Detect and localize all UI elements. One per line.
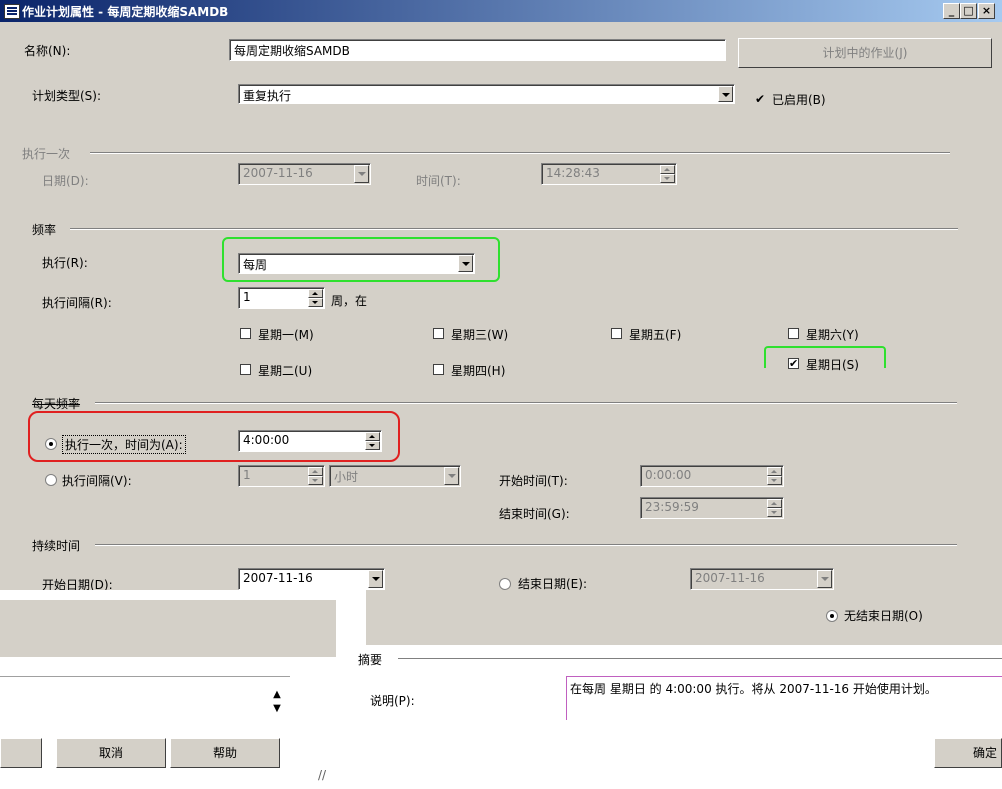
partial-button[interactable] [0, 738, 42, 768]
spin-arrows-icon [660, 165, 675, 183]
start-time-label: 开始时间(T): [499, 474, 568, 488]
every-radio[interactable] [45, 474, 57, 486]
tuesday-label: 星期二(U) [258, 364, 313, 378]
help-button[interactable]: 帮助 [170, 738, 280, 768]
once-time-value: 4:00:00 [243, 433, 290, 447]
name-input[interactable]: 每周定期收缩SAMDB [229, 39, 726, 61]
chevron-down-icon[interactable] [718, 86, 733, 102]
end-time-value: 23:59:59 [645, 500, 699, 514]
end-time-stepper: 23:59:59 [640, 497, 784, 519]
cancel-button[interactable]: 取消 [56, 738, 166, 768]
recurs-unit: 周，在 [331, 294, 368, 308]
one-time-time-label: 时间(T): [416, 174, 461, 188]
friday-label: 星期五(F) [629, 328, 682, 342]
window-title: 作业计划属性 - 每周定期收缩SAMDB [22, 5, 229, 19]
saturday-label: 星期六(Y) [806, 328, 859, 342]
scroll-arrows-icon[interactable]: ▲ ▼ [270, 688, 284, 718]
end-date-picker: 2007-11-16 [690, 568, 834, 590]
render-artifact [336, 590, 366, 789]
name-label: 名称(N): [24, 44, 71, 58]
once-radio[interactable] [45, 438, 57, 450]
start-time-stepper: 0:00:00 [640, 465, 784, 487]
enabled-check-mark[interactable]: ✔ [755, 92, 765, 106]
section-divider [70, 228, 958, 230]
every-unit-value: 小时 [334, 470, 359, 484]
spin-arrows-icon [767, 499, 782, 517]
chevron-down-icon[interactable] [458, 255, 473, 272]
one-time-date-picker: 2007-11-16 [238, 163, 371, 185]
maximize-button[interactable]: □ [960, 3, 977, 19]
chevron-down-icon [817, 570, 832, 588]
minimize-button[interactable]: _ [943, 3, 960, 19]
chevron-down-icon [354, 165, 369, 183]
every-unit-select: 小时 [329, 465, 461, 487]
recurs-value: 1 [243, 290, 251, 304]
left-text-area [0, 676, 290, 721]
schedule-type-select[interactable]: 重复执行 [238, 84, 735, 104]
close-button[interactable]: × [978, 3, 995, 19]
section-divider [398, 658, 1002, 660]
recurs-label: 执行间隔(R): [42, 296, 112, 310]
occurs-select[interactable]: 每周 [238, 253, 475, 274]
chevron-down-icon[interactable] [368, 570, 383, 588]
schedule-type-value: 重复执行 [243, 89, 292, 103]
resize-grip-icon[interactable]: // [318, 768, 326, 782]
start-date-picker[interactable]: 2007-11-16 [238, 568, 385, 590]
spin-arrows-icon[interactable] [365, 432, 380, 450]
sunday-checkbox[interactable]: ✔ [788, 358, 799, 369]
spin-arrows-icon[interactable] [308, 289, 323, 307]
section-divider [95, 544, 957, 546]
friday-checkbox[interactable] [611, 328, 622, 339]
thursday-checkbox[interactable] [433, 364, 444, 375]
description-label: 说明(P): [370, 694, 415, 708]
jobs-in-schedule-button[interactable]: 计划中的作业(J) [738, 38, 992, 68]
spin-arrows-icon [767, 467, 782, 485]
wednesday-checkbox[interactable] [433, 328, 444, 339]
one-time-section-title: 执行一次 [22, 147, 71, 161]
section-divider [90, 152, 950, 154]
saturday-checkbox[interactable] [788, 328, 799, 339]
every-stepper: 1 [238, 465, 325, 487]
schedule-type-label: 计划类型(S): [32, 89, 102, 103]
chevron-down-icon [444, 467, 459, 485]
once-label: 执行一次，时间为(A): [62, 435, 186, 454]
render-artifact [0, 590, 340, 600]
sunday-label: 星期日(S) [806, 358, 859, 372]
ok-button[interactable]: 确定 [934, 738, 1002, 768]
tuesday-checkbox[interactable] [240, 364, 251, 375]
wednesday-label: 星期三(W) [451, 328, 509, 342]
end-date-value: 2007-11-16 [695, 571, 765, 585]
occurs-value: 每周 [243, 258, 268, 272]
calendar-icon [4, 4, 20, 19]
frequency-section-title: 频率 [32, 223, 57, 237]
end-time-label: 结束时间(G): [499, 507, 570, 521]
section-divider [95, 402, 957, 404]
duration-section-title: 持续时间 [32, 539, 81, 553]
summary-section-title: 摘要 [358, 653, 383, 667]
enabled-label: 已启用(B) [772, 93, 826, 107]
one-time-time-value: 14:28:43 [546, 166, 600, 180]
one-time-date-value: 2007-11-16 [243, 166, 313, 180]
one-time-time-stepper: 14:28:43 [541, 163, 677, 185]
monday-label: 星期一(M) [258, 328, 314, 342]
once-time-stepper[interactable]: 4:00:00 [238, 430, 382, 452]
no-end-date-radio[interactable] [826, 610, 838, 622]
end-date-radio[interactable] [499, 578, 511, 590]
recurs-stepper[interactable]: 1 [238, 287, 325, 309]
start-date-value: 2007-11-16 [243, 571, 313, 585]
daily-section-title: 每天频率 [32, 397, 81, 411]
one-time-date-label: 日期(D): [42, 174, 89, 188]
spin-arrows-icon [308, 467, 323, 485]
description-text: 在每周 星期日 的 4:00:00 执行。将从 2007-11-16 开始使用计… [566, 676, 1002, 720]
start-time-value: 0:00:00 [645, 468, 692, 482]
end-date-label: 结束日期(E): [518, 577, 587, 591]
thursday-label: 星期四(H) [451, 364, 506, 378]
no-end-date-label: 无结束日期(O) [844, 609, 923, 623]
every-label: 执行间隔(V): [62, 474, 132, 488]
every-value: 1 [243, 468, 251, 482]
occurs-label: 执行(R): [42, 256, 88, 270]
monday-checkbox[interactable] [240, 328, 251, 339]
title-bar: 作业计划属性 - 每周定期收缩SAMDB _ □ × [0, 0, 1002, 22]
